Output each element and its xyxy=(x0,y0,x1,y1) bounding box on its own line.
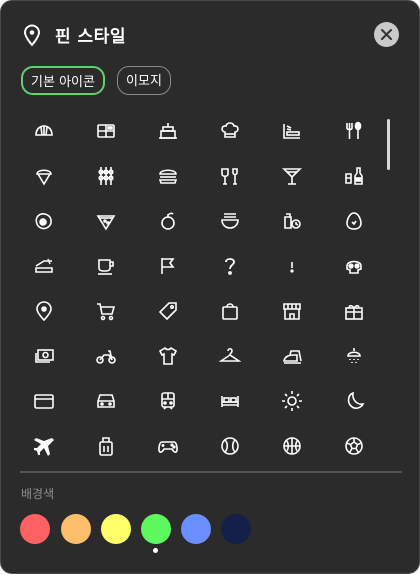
money-icon[interactable] xyxy=(20,338,68,374)
location-pin-icon xyxy=(23,24,41,47)
color-swatch-navy[interactable] xyxy=(221,514,251,544)
cash-register-icon[interactable] xyxy=(82,113,130,149)
pizza-slice-icon[interactable] xyxy=(82,203,130,239)
shopping-bag-icon[interactable] xyxy=(206,293,254,329)
close-button[interactable] xyxy=(374,22,399,47)
pin-style-dialog: 핀 스타일 기본 아이콘 이모지 배경색 xyxy=(0,0,420,574)
hanger-icon[interactable] xyxy=(206,338,254,374)
motorcycle-icon[interactable] xyxy=(82,338,130,374)
ice-cream-icon[interactable] xyxy=(20,158,68,194)
bed-icon[interactable] xyxy=(206,383,254,419)
color-swatch-green[interactable] xyxy=(141,514,171,544)
moon-icon[interactable] xyxy=(330,383,378,419)
icon-grid-scrollbar[interactable] xyxy=(387,119,390,170)
dialog-header: 핀 스타일 xyxy=(23,19,399,49)
exclamation-icon[interactable] xyxy=(268,248,316,284)
fried-egg-icon[interactable] xyxy=(20,203,68,239)
color-swatch-blue[interactable] xyxy=(181,514,211,544)
grocery-clock-icon[interactable] xyxy=(268,203,316,239)
gift-box-icon[interactable] xyxy=(330,293,378,329)
tab-emoji[interactable]: 이모지 xyxy=(117,66,171,95)
tab-basic-icons[interactable]: 기본 아이콘 xyxy=(21,66,105,95)
credit-card-icon[interactable] xyxy=(20,383,68,419)
color-swatch-red[interactable] xyxy=(20,514,50,544)
sun-icon[interactable] xyxy=(268,383,316,419)
teppanyaki-icon[interactable] xyxy=(268,113,316,149)
car-icon[interactable] xyxy=(82,383,130,419)
chef-hat-icon[interactable] xyxy=(206,113,254,149)
fork-spoon-icon[interactable] xyxy=(330,113,378,149)
color-swatch-yellow[interactable] xyxy=(101,514,131,544)
dialog-title: 핀 스타일 xyxy=(55,27,126,47)
sandwich-icon[interactable] xyxy=(20,248,68,284)
store-icon[interactable] xyxy=(268,293,316,329)
question-icon[interactable] xyxy=(206,248,254,284)
skull-icon[interactable] xyxy=(330,248,378,284)
croissant-icon[interactable] xyxy=(20,113,68,149)
shower-icon[interactable] xyxy=(330,338,378,374)
airplane-icon[interactable] xyxy=(20,428,68,464)
close-icon xyxy=(381,29,392,40)
soccer-ball-icon[interactable] xyxy=(330,428,378,464)
suitcase-icon[interactable] xyxy=(82,428,130,464)
basketball-icon[interactable] xyxy=(268,428,316,464)
iron-icon[interactable] xyxy=(268,338,316,374)
train-icon[interactable] xyxy=(144,383,192,419)
t-shirt-icon[interactable] xyxy=(144,338,192,374)
beer-bottle-icon[interactable] xyxy=(330,158,378,194)
apple-icon[interactable] xyxy=(144,203,192,239)
coffee-cup-icon[interactable] xyxy=(82,248,130,284)
noodle-bowl-icon[interactable] xyxy=(206,203,254,239)
background-color-label: 배경색 xyxy=(21,487,55,501)
color-swatch-orange[interactable] xyxy=(61,514,91,544)
baseball-icon[interactable] xyxy=(206,428,254,464)
location-pin-icon[interactable] xyxy=(20,293,68,329)
cake-icon[interactable] xyxy=(144,113,192,149)
flag-icon[interactable] xyxy=(144,248,192,284)
glass-bottle-icon[interactable] xyxy=(206,158,254,194)
shopping-cart-icon[interactable] xyxy=(82,293,130,329)
game-controller-icon[interactable] xyxy=(144,428,192,464)
selected-color-indicator xyxy=(153,548,158,553)
divider xyxy=(20,471,402,473)
egg-icon[interactable] xyxy=(330,203,378,239)
burger-icon[interactable] xyxy=(144,158,192,194)
cocktail-icon[interactable] xyxy=(268,158,316,194)
skewer-icon[interactable] xyxy=(82,158,130,194)
price-tag-icon[interactable] xyxy=(144,293,192,329)
